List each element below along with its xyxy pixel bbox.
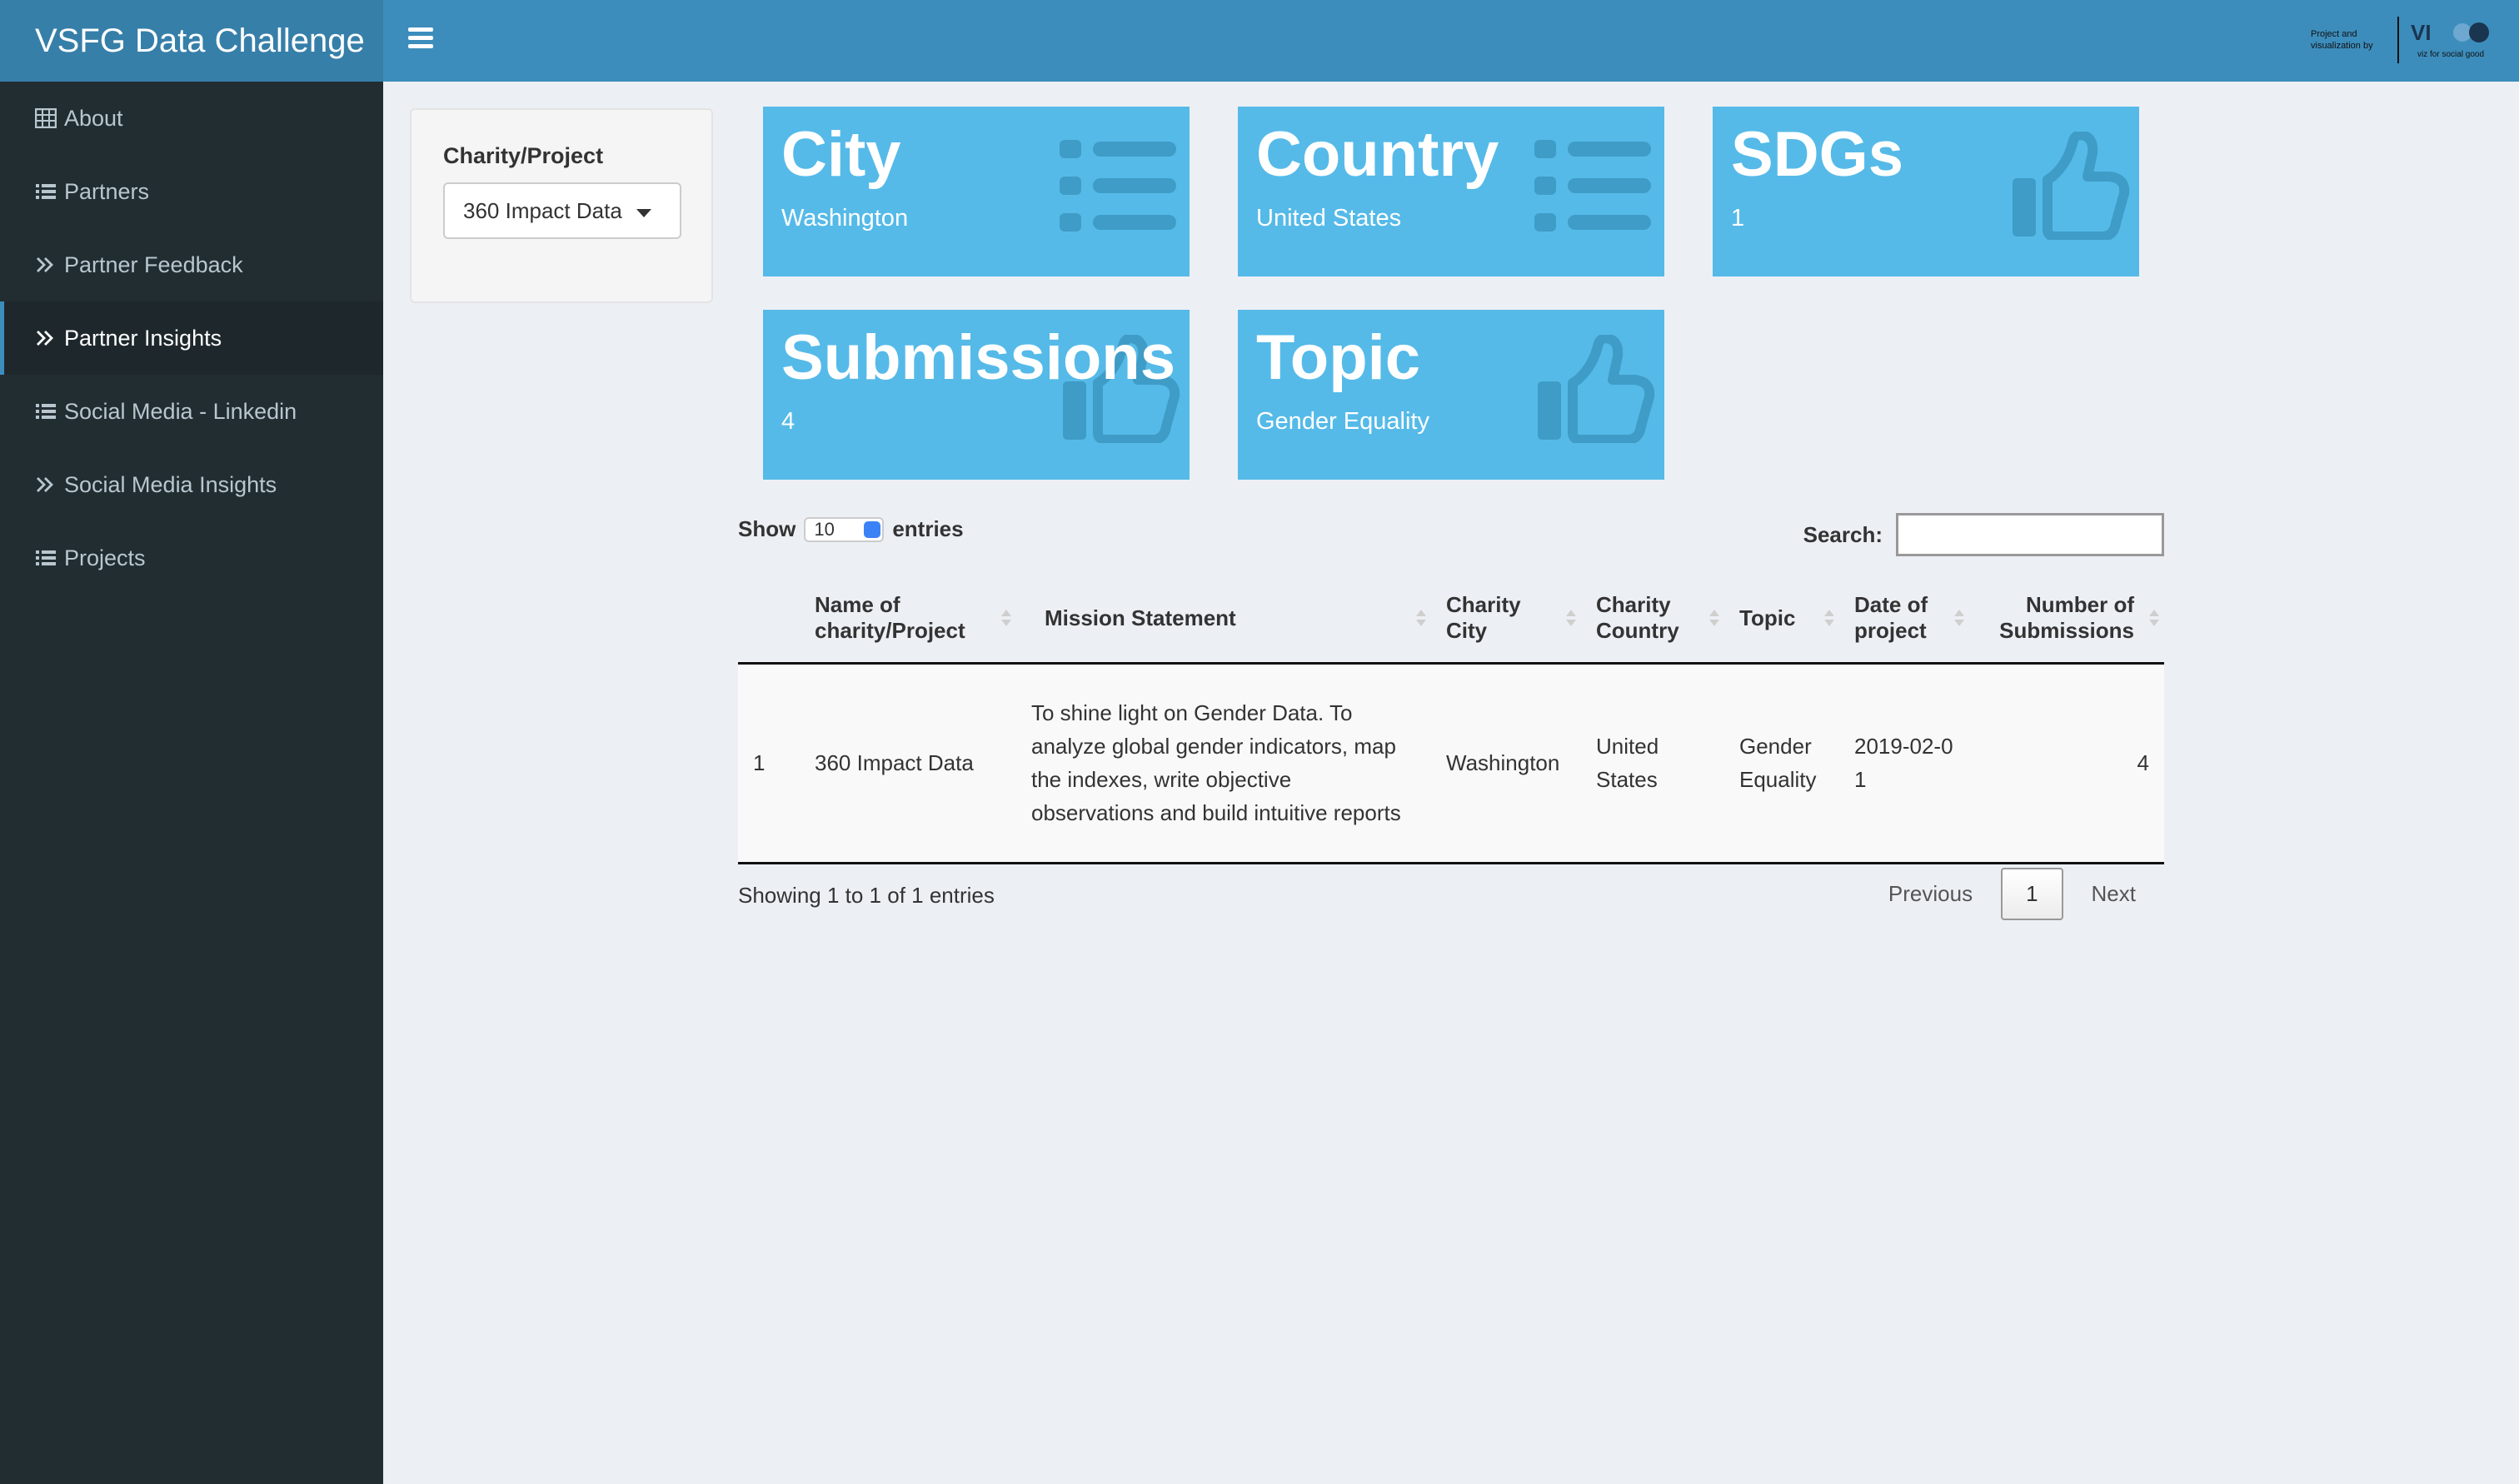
value-box-submissions: Submissions 4 (763, 310, 1190, 480)
angle-double-right-icon (34, 473, 57, 496)
cell-index: 1 (738, 663, 800, 864)
column-header-label: Date of project (1854, 592, 1928, 644)
column-header-name[interactable]: Name of charity/Project (800, 575, 1016, 665)
previous-button[interactable]: Previous (1860, 869, 2001, 919)
column-header-index (738, 575, 800, 665)
sidebar: About Partners Partner Feedback Partner … (0, 82, 383, 1484)
entries-length-select[interactable]: 10 (804, 516, 885, 542)
filter-panel: Charity/Project 360 Impact Data (410, 108, 713, 303)
sidebar-item-partner-insights[interactable]: Partner Insights (0, 301, 383, 375)
column-header-label: Topic (1739, 605, 1796, 630)
app-title[interactable]: VSFG Data Challenge (0, 0, 383, 82)
column-header-submissions[interactable]: Number of Submissions (1969, 575, 2164, 665)
column-header-label: Charity Country (1596, 592, 1679, 644)
value-box-value: United States (1256, 205, 1402, 232)
sidebar-item-label: Social Media - Linkedin (64, 398, 297, 424)
brand-divider (2397, 17, 2399, 63)
column-header-date[interactable]: Date of project (1839, 575, 1969, 665)
sidebar-item-label: Social Media Insights (64, 471, 277, 497)
cell-name: 360 Impact Data (800, 663, 1016, 864)
viz-for-social-good-logo: VI viz for social good (2411, 17, 2494, 63)
sidebar-toggle-icon[interactable] (408, 27, 433, 49)
brand-text: Project and visualization by (2311, 29, 2373, 51)
value-box-title: Submissions (781, 322, 1175, 393)
column-header-country[interactable]: Charity Country (1581, 575, 1724, 665)
sidebar-item-label: Partner Feedback (64, 251, 243, 277)
cell-submissions: 4 (1969, 663, 2164, 864)
value-box-topic: Topic Gender Equality (1238, 310, 1664, 480)
cell-mission: To shine light on Gender Data. To analyz… (1016, 663, 1431, 864)
table-row[interactable]: 1 360 Impact Data To shine light on Gend… (738, 663, 2164, 864)
page-1-button[interactable]: 1 (2001, 868, 2063, 920)
show-label: Show (738, 516, 796, 541)
brand-logo: Project and visualization by VI viz for … (2311, 17, 2494, 63)
column-header-label: Name of charity/Project (815, 592, 965, 644)
sidebar-item-label: Partners (64, 178, 150, 204)
column-header-label: Mission Statement (1045, 605, 1236, 630)
value-box-city: City Washington (763, 107, 1190, 276)
sidebar-item-social-media-insights[interactable]: Social Media Insights (0, 448, 383, 521)
entries-label: entries (892, 516, 964, 541)
cell-country: United States (1581, 663, 1724, 864)
cell-city: Washington (1431, 663, 1581, 864)
brand-subtext: viz for social good (2417, 50, 2485, 59)
charity-project-select[interactable]: 360 Impact Data (443, 182, 681, 239)
value-box-sdgs: SDGs 1 (1713, 107, 2139, 276)
value-box-title: City (781, 119, 901, 190)
sort-icon (1001, 610, 1011, 628)
pagination: Previous 1 Next (1860, 868, 2164, 920)
column-header-label: Charity City (1446, 592, 1521, 644)
sidebar-item-label: Partner Insights (64, 325, 222, 351)
sort-icon (1954, 610, 1964, 628)
search-input[interactable] (1896, 513, 2164, 556)
sort-icon (1416, 610, 1426, 628)
angle-double-right-icon (34, 253, 57, 276)
sidebar-item-social-media-linkedin[interactable]: Social Media - Linkedin (0, 375, 383, 448)
sidebar-item-about[interactable]: About (0, 82, 383, 155)
table-icon (34, 107, 57, 130)
next-button[interactable]: Next (2063, 869, 2164, 919)
sidebar-item-projects[interactable]: Projects (0, 521, 383, 595)
angle-double-right-icon (34, 326, 57, 350)
search-label: Search: (1803, 521, 1883, 547)
sidebar-item-partner-feedback[interactable]: Partner Feedback (0, 228, 383, 301)
table-controls: Show 10 entries Search: (738, 513, 2164, 563)
sidebar-item-label: Projects (64, 545, 146, 570)
sidebar-item-label: About (64, 105, 123, 131)
column-header-topic[interactable]: Topic (1724, 575, 1839, 665)
top-navbar: Project and visualization by VI viz for … (383, 0, 2519, 82)
value-box-country: Country United States (1238, 107, 1664, 276)
sort-icon (1566, 610, 1576, 628)
cell-date: 2019-02-01 (1839, 663, 1969, 864)
svg-text:VI: VI (2411, 20, 2432, 45)
value-box-value: 1 (1731, 205, 1745, 232)
stepper-icon (864, 520, 881, 538)
value-box-title: Country (1256, 119, 1499, 190)
select-value: 360 Impact Data (463, 197, 622, 223)
table-header-row: Name of charity/Project Mission Statemen… (738, 575, 2164, 665)
column-header-mission[interactable]: Mission Statement (1016, 575, 1431, 665)
cell-topic: Gender Equality (1724, 663, 1839, 864)
value-box-title: Topic (1256, 322, 1421, 393)
length-value: 10 (814, 518, 835, 540)
charity-project-label: Charity/Project (443, 143, 604, 168)
sidebar-item-partners[interactable]: Partners (0, 155, 383, 228)
column-header-label: Number of Submissions (1999, 592, 2134, 644)
value-box-title: SDGs (1731, 119, 1903, 190)
table-info: Showing 1 to 1 of 1 entries (738, 883, 995, 908)
data-table: Name of charity/Project Mission Statemen… (738, 575, 2164, 864)
length-control: Show 10 entries (738, 516, 964, 542)
caret-down-icon (636, 209, 651, 217)
value-box-value: 4 (781, 408, 796, 435)
sort-icon (1709, 610, 1719, 628)
value-box-value: Washington (781, 205, 909, 232)
column-header-city[interactable]: Charity City (1431, 575, 1581, 665)
list-icon (34, 546, 57, 570)
value-box-value: Gender Equality (1256, 408, 1429, 435)
list-icon (34, 180, 57, 203)
sort-icon (2149, 610, 2159, 628)
sort-icon (1824, 610, 1834, 628)
list-icon (34, 400, 57, 423)
table-search: Search: (1803, 513, 2164, 556)
